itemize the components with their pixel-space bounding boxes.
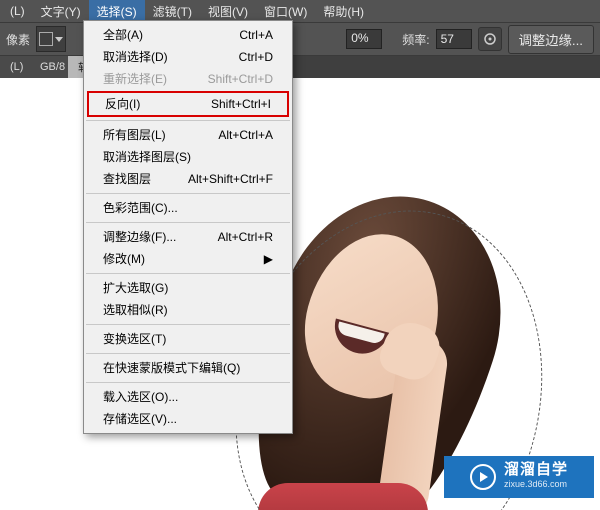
menu-similar[interactable]: 选取相似(R) bbox=[85, 299, 291, 321]
watermark-brand: 溜溜自学 bbox=[504, 463, 568, 477]
menu-modify[interactable]: 修改(M) ▶ bbox=[85, 248, 291, 270]
menu-grow[interactable]: 扩大选取(G) bbox=[85, 277, 291, 299]
menu-all-layers[interactable]: 所有图层(L) Alt+Ctrl+A bbox=[85, 124, 291, 146]
tool-preset-dropdown[interactable] bbox=[36, 26, 66, 52]
frequency-label: 频率: bbox=[402, 31, 429, 48]
menu-save-selection[interactable]: 存储选区(V)... bbox=[85, 408, 291, 430]
options-left-label: 像素 bbox=[6, 31, 30, 48]
menu-inverse[interactable]: 反向(I) Shift+Ctrl+I bbox=[89, 93, 287, 115]
doc-tab-1[interactable]: GB/8 bbox=[30, 56, 68, 78]
menu-separator bbox=[86, 382, 290, 383]
watermark: 溜溜自学 zixue.3d66.com bbox=[444, 456, 594, 498]
menu-deselect-layers[interactable]: 取消选择图层(S) bbox=[85, 146, 291, 168]
menu-separator bbox=[86, 193, 290, 194]
menubar: (L) 文字(Y) 选择(S) 滤镜(T) 视图(V) 窗口(W) 帮助(H) bbox=[0, 0, 600, 22]
chevron-down-icon bbox=[55, 37, 63, 42]
value-field[interactable]: 0% bbox=[346, 29, 382, 49]
refine-edge-button[interactable]: 调整边缘... bbox=[508, 25, 594, 54]
select-menu-dropdown: 全部(A) Ctrl+A 取消选择(D) Ctrl+D 重新选择(E) Shif… bbox=[83, 20, 293, 434]
submenu-arrow-icon: ▶ bbox=[264, 251, 273, 267]
menu-inverse-highlight: 反向(I) Shift+Ctrl+I bbox=[87, 91, 289, 117]
menu-item-text[interactable]: 文字(Y) bbox=[33, 0, 89, 23]
menu-separator bbox=[86, 120, 290, 121]
menu-item-layer[interactable]: (L) bbox=[2, 1, 33, 21]
frequency-input[interactable] bbox=[436, 29, 472, 49]
menu-item-help[interactable]: 帮助(H) bbox=[315, 0, 372, 23]
menu-deselect[interactable]: 取消选择(D) Ctrl+D bbox=[85, 46, 291, 68]
menu-all[interactable]: 全部(A) Ctrl+A bbox=[85, 24, 291, 46]
menu-load-selection[interactable]: 载入选区(O)... bbox=[85, 386, 291, 408]
watermark-url: zixue.3d66.com bbox=[504, 477, 568, 491]
menu-separator bbox=[86, 273, 290, 274]
pen-pressure-icon[interactable] bbox=[478, 27, 502, 51]
menu-color-range[interactable]: 色彩范围(C)... bbox=[85, 197, 291, 219]
play-circle-icon bbox=[470, 464, 496, 490]
menu-reselect: 重新选择(E) Shift+Ctrl+D bbox=[85, 68, 291, 90]
menu-transform-selection[interactable]: 变换选区(T) bbox=[85, 328, 291, 350]
doc-tab-0[interactable]: (L) bbox=[0, 56, 30, 78]
menu-separator bbox=[86, 353, 290, 354]
menu-refine-edge[interactable]: 调整边缘(F)... Alt+Ctrl+R bbox=[85, 226, 291, 248]
menu-find-layers[interactable]: 查找图层 Alt+Shift+Ctrl+F bbox=[85, 168, 291, 190]
menu-separator bbox=[86, 324, 290, 325]
menu-quickmask[interactable]: 在快速蒙版模式下编辑(Q) bbox=[85, 357, 291, 379]
menu-separator bbox=[86, 222, 290, 223]
